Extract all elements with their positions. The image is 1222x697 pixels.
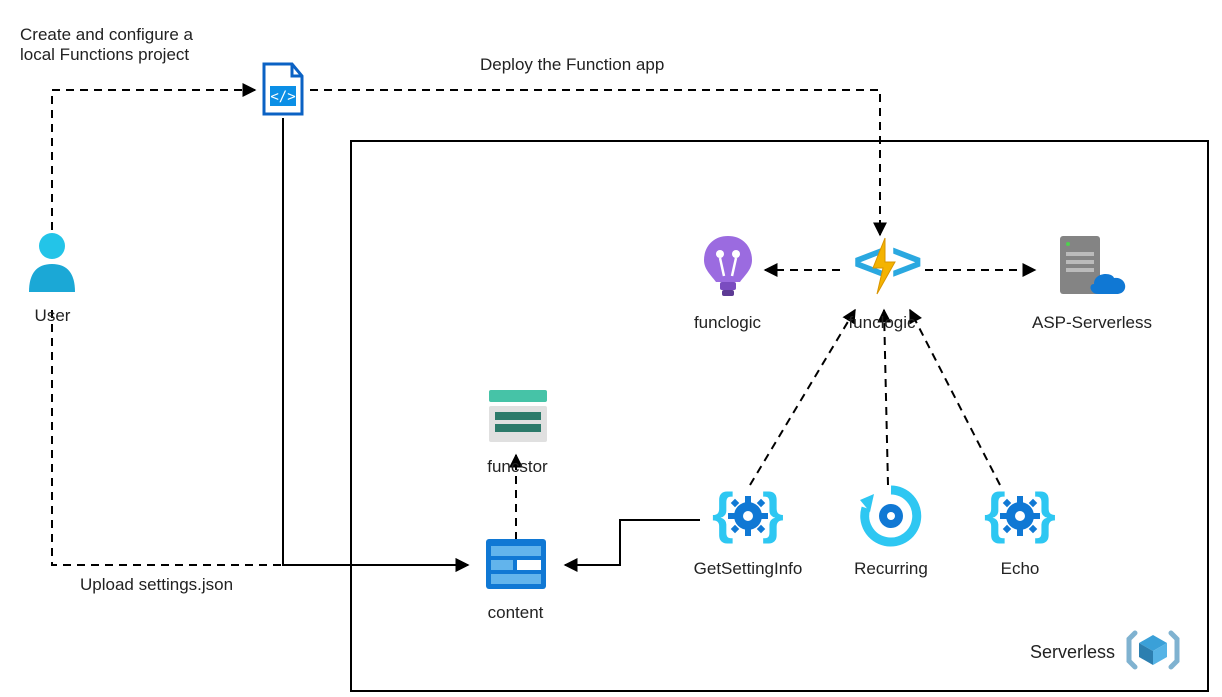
funcstor-node: funcstor [480,386,555,477]
edge-user-to-code [52,90,255,230]
asp-serverless-label: ASP-Serverless [1032,313,1152,333]
storage-account-icon [485,386,551,451]
content-icon [483,536,549,597]
funcstor-label: funcstor [480,457,555,477]
annotation-deploy: Deploy the Function app [480,55,664,75]
funclogic-app-label: funclogic [842,313,922,333]
app-service-plan-icon [1052,232,1132,307]
echo-label: Echo [980,559,1060,579]
funclogic-insights-node: funclogic [690,232,765,333]
function-app-icon: < > [843,232,921,307]
annotation-create-project: Create and configure a local Functions p… [20,25,240,65]
serverless-group-label: Serverless [1030,642,1115,663]
serverless-group-label-node: Serverless [1030,625,1200,680]
function-icon: { } [708,484,788,553]
getsettinginfo-label: GetSettingInfo [688,559,808,579]
asp-serverless-node: ASP-Serverless [1032,232,1152,333]
recurring-node: Recurring [846,484,936,579]
code-file-icon: </> [258,62,308,123]
user-node: User [25,230,80,326]
code-file-node: </> [258,62,308,123]
resource-group-icon [1125,625,1181,680]
echo-node: { } Echo [980,484,1060,579]
user-label: User [25,306,80,326]
funclogic-insights-label: funclogic [690,313,765,333]
content-node: content [478,536,553,623]
content-label: content [478,603,553,623]
getsettinginfo-node: { } GetSetting [688,484,808,579]
svg-text:</>: </> [270,89,295,105]
funclogic-app-node: < > funclogic [842,232,922,333]
annotation-upload: Upload settings.json [80,575,233,595]
function-icon-2: { } [980,484,1060,553]
user-icon [25,230,80,300]
recurring-label: Recurring [846,559,936,579]
architecture-diagram: Create and configure a local Functions p… [0,0,1222,697]
recurring-icon [854,484,928,553]
lightbulb-icon [698,232,758,307]
